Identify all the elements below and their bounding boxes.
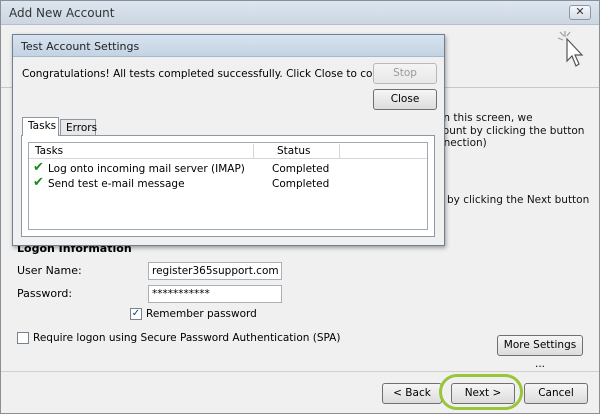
tasks-list-header: Tasks Status [29,143,427,159]
spa-label: Require logon using Secure Password Auth… [33,332,341,344]
description-line-4: by clicking the Next button [447,194,590,206]
password-label: Password: [17,287,73,300]
check-icon: ✔ [33,160,44,175]
row-status: Completed [272,163,330,175]
column-header-status[interactable]: Status [277,145,310,157]
dialog-message: Congratulations! All tests completed suc… [22,68,410,80]
remember-password-checkbox[interactable]: ✓ [130,308,142,320]
column-header-tasks[interactable]: Tasks [35,145,63,157]
next-highlight-ring [439,374,523,410]
column-separator [339,144,340,158]
user-name-label: User Name: [17,264,82,277]
cursor-sparkle-icon [557,31,584,67]
tab-tasks[interactable]: Tasks [22,117,59,136]
stop-button[interactable]: Stop [373,63,437,84]
user-name-input[interactable]: register365support.com [148,262,282,280]
password-input[interactable]: *********** [148,285,282,303]
cancel-button[interactable]: Cancel [524,383,588,404]
window-title: Add New Account [9,6,115,20]
row-status: Completed [272,178,330,190]
row-task: Send test e-mail message [48,178,185,190]
description-line-1: on this screen, we [437,112,533,124]
description-line-2: count by clicking the button [437,125,585,137]
table-row[interactable]: ✔ Send test e-mail message Completed [29,176,427,192]
tasks-list: Tasks Status ✔ Log onto incoming mail se… [28,142,428,230]
close-icon: ✕ [575,5,585,18]
remember-password-label: Remember password [146,308,257,320]
add-new-account-window: Add New Account ✕ on this screen, we cou… [0,0,600,414]
row-task: Log onto incoming mail server (IMAP) [48,163,245,175]
dialog-titlebar: Test Account Settings [13,35,444,57]
dialog-title: Test Account Settings [21,40,140,53]
check-icon: ✔ [33,175,44,190]
more-settings-button[interactable]: More Settings ... [497,335,583,370]
tab-errors[interactable]: Errors [60,119,97,136]
test-account-settings-dialog: Test Account Settings Congratulations! A… [12,34,445,246]
close-button[interactable]: Close [373,89,437,110]
tasks-panel: Tasks Status ✔ Log onto incoming mail se… [21,135,435,237]
footer-divider [1,371,599,372]
window-close-button[interactable]: ✕ [569,5,591,20]
back-button[interactable]: < Back [382,383,442,404]
column-separator [253,144,254,158]
spa-checkbox[interactable] [17,332,29,344]
window-titlebar: Add New Account ✕ [1,1,599,25]
table-row[interactable]: ✔ Log onto incoming mail server (IMAP) C… [29,161,427,177]
